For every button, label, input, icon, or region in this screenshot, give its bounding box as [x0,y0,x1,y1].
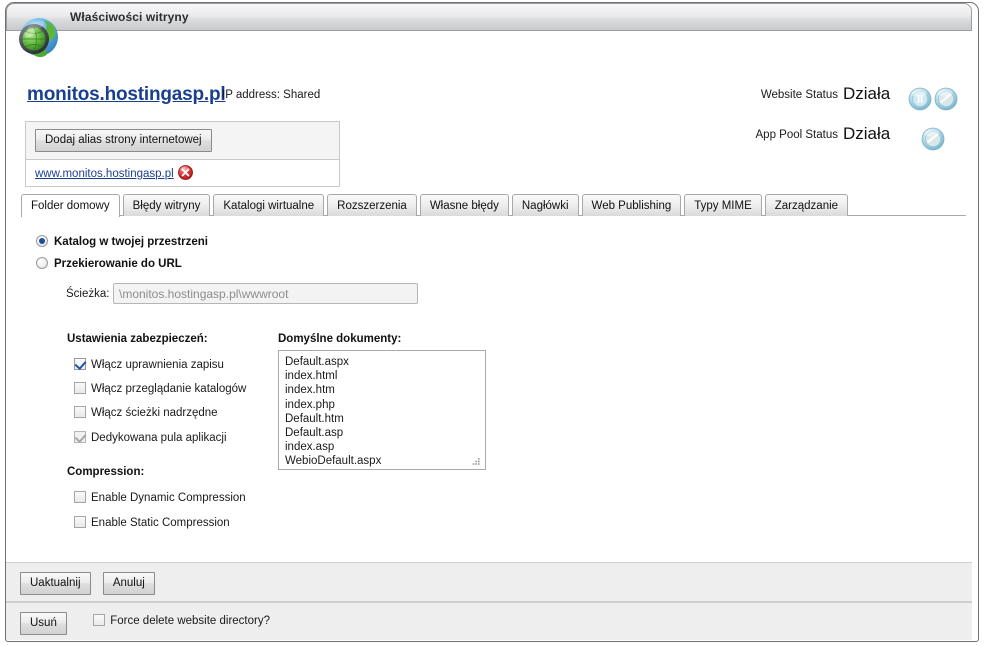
checkbox-dynamic-compression-control[interactable] [74,491,86,503]
radio-url-redirect-label: Przekierowanie do URL [54,258,182,270]
alias-add-wrap: Dodaj alias strony internetowej [26,122,339,159]
site-domain-link[interactable]: monitos.hostingasp.pl [27,84,226,106]
checkbox-static-compression[interactable]: Enable Static Compression [74,516,230,529]
checkbox-force-delete-control[interactable] [93,614,106,626]
radio-url-redirect[interactable]: Przekierowanie do URL [36,257,182,270]
window-titlebar: Właściwości witryny [6,3,972,31]
checkbox-directory-browsing[interactable]: Włącz przeglądanie katalogów [74,382,246,395]
footer-actions-inner: Uaktualnij Anuluj [6,563,972,595]
force-delete-row[interactable]: Force delete website directory? [93,614,270,627]
tab-web-publishing[interactable]: Web Publishing [581,194,682,216]
path-input[interactable] [113,283,418,304]
checkbox-static-compression-label: Enable Static Compression [91,517,230,529]
checkbox-dedicated-app-pool-control [74,431,86,443]
window-title: Właściwości witryny [70,10,189,24]
app-pool-status-value: Działa [843,124,891,143]
default-documents-textarea[interactable]: Default.aspx index.html index.htm index.… [278,350,486,470]
tab-bledy-witryny[interactable]: Błędy witryny [122,194,211,216]
checkbox-write-permissions[interactable]: Włącz uprawnienia zapisu [74,358,224,371]
footer-delete-band: Usuń Force delete website directory? [6,602,972,640]
app-pool-status-label: App Pool Status [755,129,838,141]
radio-local-directory-label: Katalog w twojej przestrzeni [54,236,208,248]
tab-zarzadzanie[interactable]: Zarządzanie [764,194,849,216]
delete-button[interactable]: Usuń [20,612,67,635]
add-website-alias-button[interactable]: Dodaj alias strony internetowej [35,129,212,152]
delete-icon[interactable] [177,165,193,180]
checkbox-parent-paths-control[interactable] [74,406,86,418]
checkbox-dynamic-compression[interactable]: Enable Dynamic Compression [74,491,246,504]
pause-icon[interactable] [908,87,932,111]
radio-url-redirect-control[interactable] [36,257,48,269]
checkbox-parent-paths-label: Włącz ścieżki nadrzędne [91,407,218,419]
ip-address-label: IP address: Shared [222,89,321,101]
checkbox-write-permissions-label: Włącz uprawnienia zapisu [91,359,224,371]
tabstrip: Folder domowy Błędy witryny Katalogi wir… [21,194,966,217]
alias-link[interactable]: www.monitos.hostingasp.pl [35,168,174,180]
cancel-button[interactable]: Anuluj [102,572,155,595]
tab-naglowki[interactable]: Nagłówki [511,194,579,216]
checkbox-write-permissions-control[interactable] [74,358,86,370]
update-button[interactable]: Uaktualnij [20,572,91,595]
checkbox-parent-paths[interactable]: Włącz ścieżki nadrzędne [74,406,218,419]
footer-actions-band: Uaktualnij Anuluj [6,562,972,602]
tab-wlasne-bledy[interactable]: Własne błędy [419,194,509,216]
tab-katalogi-wirtualne[interactable]: Katalogi wirtualne [213,194,325,216]
tab-rozszerzenia[interactable]: Rozszerzenia [327,194,417,216]
radio-local-directory[interactable]: Katalog w twojej przestrzeni [36,235,208,248]
alias-panel: Dodaj alias strony internetowej www.moni… [25,121,340,187]
tab-typy-mime[interactable]: Typy MIME [684,194,762,216]
footer-delete-inner: Usuń Force delete website directory? [6,603,972,635]
website-status-value: Działa [843,84,891,103]
app-pool-status-row: App Pool Status Działa [700,124,984,154]
compression-heading: Compression: [67,466,145,478]
checkbox-directory-browsing-label: Włącz przeglądanie katalogów [91,383,247,395]
checkbox-static-compression-control[interactable] [74,516,86,528]
tab-folder-domowy[interactable]: Folder domowy [21,194,120,217]
default-documents-heading: Domyślne dokumenty: [278,333,402,345]
website-status-label: Website Status [760,89,838,101]
path-label: Ścieżka: [66,288,110,300]
site-properties-window: Właściwości witryny monitos.hostingasp.p… [0,0,984,646]
website-status-row: Website Status Działa [700,84,984,114]
globe-icon [16,14,62,60]
checkbox-dedicated-app-pool[interactable]: Dedykowana pula aplikacji [74,431,227,444]
security-settings-heading: Ustawienia zabezpieczeń: [67,333,208,345]
checkbox-directory-browsing-control[interactable] [74,382,86,394]
checkbox-dedicated-app-pool-label: Dedykowana pula aplikacji [91,432,227,444]
alias-list: www.monitos.hostingasp.pl [26,159,339,186]
stop-icon[interactable] [934,87,958,111]
radio-local-directory-control[interactable] [36,235,48,247]
stop-icon[interactable] [921,127,945,151]
checkbox-dynamic-compression-label: Enable Dynamic Compression [91,492,246,504]
checkbox-force-delete-label: Force delete website directory? [110,615,271,627]
